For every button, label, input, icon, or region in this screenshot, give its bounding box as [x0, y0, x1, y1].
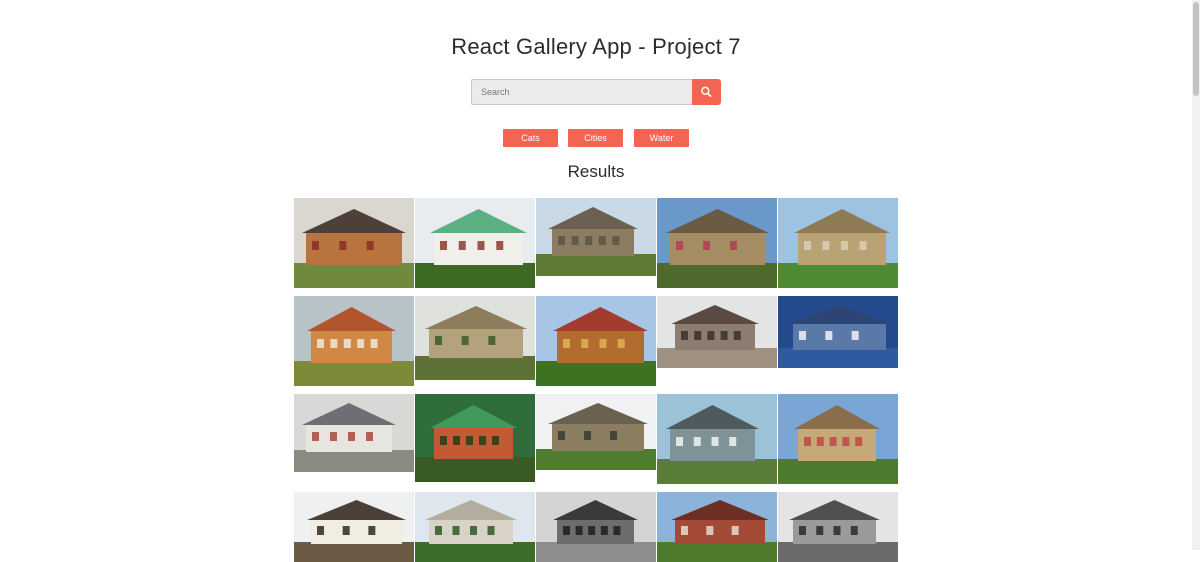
photo-barn-bw — [778, 492, 898, 562]
photo-mansion-garden — [657, 198, 777, 288]
photo-house-green-shingle — [415, 394, 535, 482]
photo-beach-house-blue — [778, 296, 898, 368]
photo-cottage-thatched — [294, 198, 414, 288]
nav-link-cats[interactable]: Cats — [503, 129, 558, 147]
photo-castle-white — [415, 492, 535, 562]
nav-link-water[interactable]: Water — [634, 129, 689, 147]
search-button[interactable] — [692, 79, 721, 105]
photo-village-roofs — [294, 394, 414, 472]
photo-tudor-cottage — [294, 492, 414, 562]
photo-house-grey-siding — [657, 394, 777, 484]
search-form — [471, 79, 721, 105]
search-input[interactable] — [471, 79, 692, 105]
photo-hall-lawn — [778, 198, 898, 288]
search-icon — [701, 86, 712, 97]
photo-chalet-wooden — [536, 296, 656, 386]
results-heading: Results — [567, 162, 625, 181]
photo-manor-stone — [536, 198, 656, 276]
photo-brick-hall — [657, 492, 777, 562]
nav-link-cities[interactable]: Cities — [568, 129, 623, 147]
page-title: React Gallery App - Project 7 — [451, 34, 741, 59]
photo-gallery — [294, 198, 900, 562]
scrollbar-thumb[interactable] — [1193, 2, 1199, 96]
photo-house-red-roof — [294, 296, 414, 386]
photo-log-cabin — [536, 492, 656, 562]
photo-palace-terrace — [415, 296, 535, 380]
photo-tudor-mansion — [778, 394, 898, 484]
photo-ruin-brick — [657, 296, 777, 368]
scrollbar-track[interactable] — [1192, 0, 1200, 550]
photo-estate-distant — [536, 394, 656, 470]
photo-house-green-roof — [415, 198, 535, 288]
